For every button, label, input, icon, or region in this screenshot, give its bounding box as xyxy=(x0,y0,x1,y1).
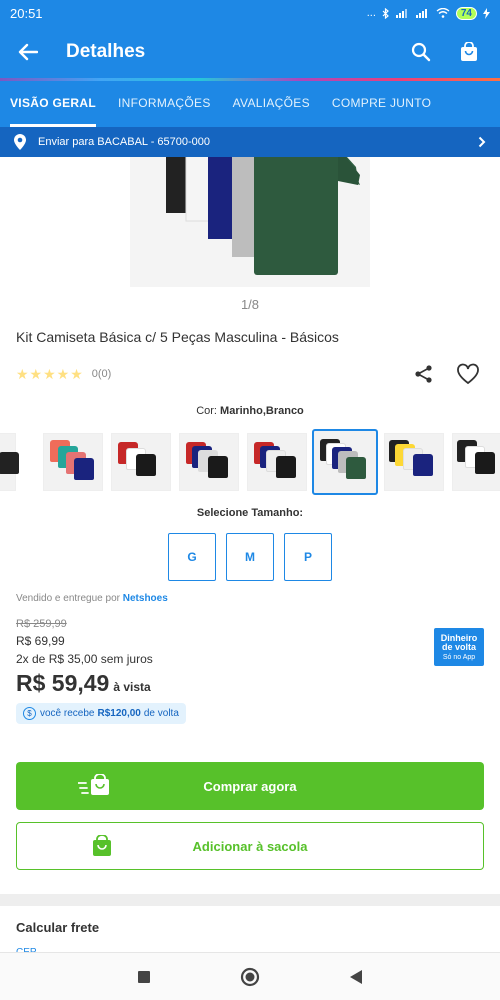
share-icon xyxy=(415,365,432,383)
share-button[interactable] xyxy=(408,358,440,390)
cashback-badge: $ você recebe R$120,00 de volta xyxy=(16,703,186,724)
shopping-bag-icon xyxy=(461,42,477,61)
seller-name[interactable]: Netshoes xyxy=(123,593,168,604)
status-bar: 20:51 ... 74 xyxy=(0,0,500,26)
add-to-bag-label: Adicionar à sacola xyxy=(192,838,308,854)
home-button[interactable] xyxy=(238,965,262,989)
swatch-4[interactable] xyxy=(247,433,307,491)
arrow-left-icon xyxy=(18,43,38,61)
badge-line-2: de volta xyxy=(441,641,476,652)
cashback-prefix: você recebe xyxy=(40,708,95,719)
triangle-back-icon xyxy=(350,969,362,984)
bluetooth-icon xyxy=(382,7,389,19)
size-button-g[interactable]: G xyxy=(168,533,216,581)
coin-icon: $ xyxy=(23,707,36,720)
location-pin-icon xyxy=(14,134,26,150)
signal-icon xyxy=(395,9,407,18)
page-title: Detalhes xyxy=(66,41,146,62)
square-icon xyxy=(138,970,150,983)
fast-bag-icon xyxy=(78,774,109,795)
pricing-block: R$ 259,99 R$ 69,99 2x de R$ 35,00 sem ju… xyxy=(0,618,500,748)
product-title: Kit Camiseta Básica c/ 5 Peças Masculina… xyxy=(16,329,339,345)
section-divider xyxy=(0,894,500,906)
swatch-6[interactable] xyxy=(384,433,444,491)
tab-informacoes[interactable]: INFORMAÇÕES xyxy=(118,81,211,127)
search-icon xyxy=(411,42,431,62)
color-label-prefix: Cor: xyxy=(196,405,217,417)
swatch-2[interactable] xyxy=(111,433,171,491)
app-bar: Detalhes xyxy=(0,26,500,78)
product-image xyxy=(130,157,370,287)
gallery-counter: 1/8 xyxy=(240,297,260,312)
size-button-m[interactable]: M xyxy=(226,533,274,581)
current-price-row: R$ 59,49 à vista xyxy=(16,670,484,697)
tab-compre-junto[interactable]: COMPRE JUNTO xyxy=(332,81,431,127)
freight-title: Calcular frete xyxy=(16,920,100,935)
seller-prefix: Vendido e entregue por xyxy=(16,593,120,604)
charging-icon xyxy=(483,7,490,19)
status-time: 20:51 xyxy=(10,5,43,21)
back-nav-button[interactable] xyxy=(344,965,368,989)
swatch-7[interactable] xyxy=(452,433,500,491)
list-price: R$ 69,99 xyxy=(16,634,65,648)
signal-icon-2 xyxy=(415,9,427,18)
shipping-bar[interactable]: Enviar para BACABAL - 65700-000 xyxy=(0,127,500,157)
installments: 2x de R$ 35,00 sem juros xyxy=(16,652,153,666)
size-button-p[interactable]: P xyxy=(284,533,332,581)
buy-now-button[interactable]: Comprar agora xyxy=(16,762,484,810)
color-label: Cor: Marinho,Branco xyxy=(0,405,500,417)
tab-visao-geral[interactable]: VISÃO GERAL xyxy=(10,81,96,127)
tshirt-stack-image xyxy=(166,157,360,275)
color-value: Marinho,Branco xyxy=(220,405,304,417)
status-icons: ... 74 xyxy=(366,6,490,20)
old-price: R$ 259,99 xyxy=(16,618,67,630)
tab-bar: VISÃO GERAL INFORMAÇÕES AVALIAÇÕES COMPR… xyxy=(0,81,500,127)
swatch-3[interactable] xyxy=(179,433,239,491)
add-to-bag-button[interactable]: Adicionar à sacola xyxy=(16,822,484,870)
recents-button[interactable] xyxy=(132,965,156,989)
current-price: R$ 59,49 xyxy=(16,670,110,696)
app-screen: 20:51 ... 74 Detalhes VISÃO GERAL INFORM… xyxy=(0,0,500,1000)
shipping-text: Enviar para BACABAL - 65700-000 xyxy=(38,136,211,148)
tab-avaliacoes[interactable]: AVALIAÇÕES xyxy=(233,81,310,127)
rating-row: ★★★★★ 0(0) xyxy=(0,359,500,389)
product-gallery[interactable] xyxy=(0,157,500,287)
badge-line-3: Só no App xyxy=(442,653,476,661)
bag-icon xyxy=(93,835,111,856)
buy-now-label: Comprar agora xyxy=(203,778,297,794)
cashback-suffix: de volta xyxy=(143,708,179,719)
size-label: Selecione Tamanho: xyxy=(196,507,304,519)
system-nav-bar xyxy=(0,952,500,1000)
price-suffix: à vista xyxy=(113,680,151,694)
favorite-button[interactable] xyxy=(452,358,484,390)
cashback-value: R$120,00 xyxy=(97,708,141,719)
rating-count: 0(0) xyxy=(91,368,112,380)
seller-info: Vendido e entregue por Netshoes xyxy=(0,593,500,604)
back-button[interactable] xyxy=(14,38,42,66)
color-swatches xyxy=(0,429,500,495)
swatch-1[interactable] xyxy=(43,433,103,491)
chevron-right-icon xyxy=(478,136,486,148)
dinheiro-de-volta-badge[interactable]: Dinheiro de volta Só no App xyxy=(434,628,484,666)
heart-icon xyxy=(457,363,479,385)
size-options: G M P xyxy=(0,533,500,581)
circle-icon xyxy=(240,967,260,986)
swatch-selected[interactable] xyxy=(312,429,378,495)
status-dots: ... xyxy=(366,7,376,19)
swatch-0[interactable] xyxy=(0,433,19,491)
wifi-icon xyxy=(436,8,450,18)
battery-indicator: 74 xyxy=(455,6,477,20)
rating-stars[interactable]: ★★★★★ xyxy=(16,366,84,383)
search-button[interactable] xyxy=(404,35,438,69)
bag-button[interactable] xyxy=(452,35,486,69)
